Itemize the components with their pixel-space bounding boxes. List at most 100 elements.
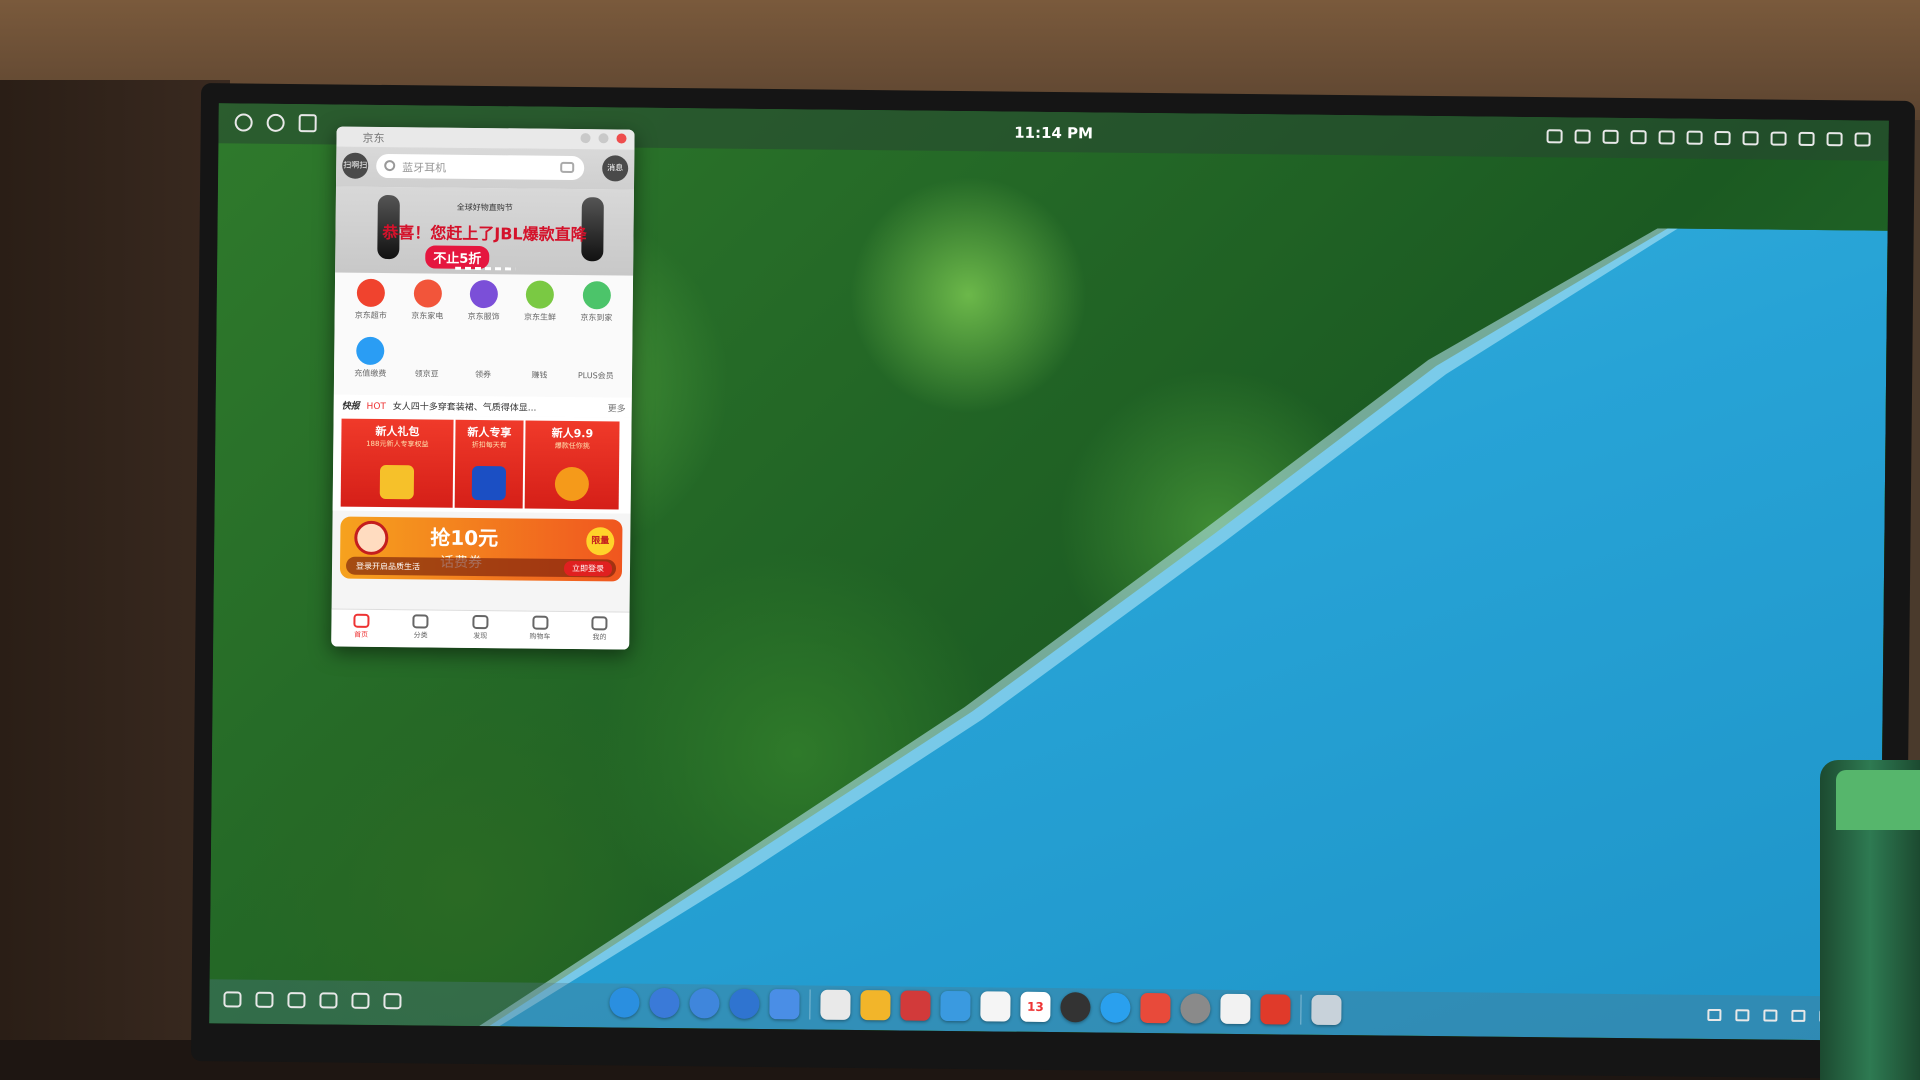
category-item[interactable]: 京东家电 — [399, 279, 456, 338]
news-ticker[interactable]: 快报 HOT 女人四十多穿套装裙、气质得体显... 更多 — [333, 394, 632, 418]
category-icon — [469, 279, 498, 309]
close-button[interactable] — [616, 133, 627, 144]
category-label: PLUS会员 — [577, 371, 614, 381]
multitask-icon[interactable] — [255, 991, 274, 1008]
bluetooth-icon[interactable] — [1742, 131, 1759, 146]
category-icon — [412, 614, 429, 629]
photos-app-icon[interactable] — [860, 990, 891, 1021]
battery-icon[interactable] — [1798, 131, 1815, 146]
limited-badge: 限量 — [586, 527, 615, 556]
category-label: 赚钱 — [531, 370, 548, 380]
screen-icon[interactable] — [287, 992, 306, 1009]
record-icon[interactable] — [1630, 130, 1647, 145]
trash-app-icon[interactable] — [1311, 994, 1342, 1026]
keyboard-icon[interactable] — [1686, 130, 1703, 145]
refresh-app-icon[interactable] — [1100, 992, 1131, 1023]
phone-credit-coupon[interactable]: 抢10元 话费券 限量 登录开启品质生活 立即登录 — [339, 516, 623, 582]
category-item[interactable]: 领京豆 — [398, 337, 455, 396]
category-label: 京东到家 — [580, 313, 613, 323]
user-icon — [591, 616, 608, 631]
launcher-icon[interactable] — [223, 991, 242, 1008]
category-item[interactable]: 领券 — [455, 338, 512, 397]
promo-title: 新人9.9 — [551, 426, 594, 441]
signal-icon[interactable] — [1770, 131, 1787, 146]
window-title: 京东 — [362, 131, 385, 146]
news-more-link[interactable]: 更多 — [608, 401, 626, 414]
category-item[interactable]: 赚钱 — [511, 338, 568, 397]
tab-home[interactable]: 首页 — [331, 609, 391, 647]
calendar-app-icon[interactable]: 13 — [1020, 991, 1051, 1023]
notes-app-icon[interactable] — [980, 991, 1011, 1022]
tab-discover[interactable]: 发现 — [450, 611, 510, 649]
banner-pill: 不止5折 — [425, 245, 490, 270]
category-item[interactable]: 充值缴费 — [342, 336, 399, 396]
category-item[interactable]: 京东到家 — [568, 281, 625, 340]
gift-box-image — [379, 464, 415, 500]
compass-icon — [472, 614, 489, 630]
minimize-button[interactable] — [580, 133, 591, 144]
search-input[interactable]: 蓝牙耳机 — [376, 153, 585, 181]
toggle-icon[interactable] — [319, 992, 338, 1009]
grid-app-icon[interactable] — [769, 989, 800, 1020]
gallery-app-icon[interactable] — [940, 990, 971, 1022]
chevron-left-icon[interactable] — [383, 993, 402, 1010]
maximize-button[interactable] — [598, 133, 609, 144]
finder-app-icon[interactable] — [820, 989, 851, 1020]
tray-icon[interactable] — [1735, 1009, 1750, 1022]
carousel-indicator — [455, 266, 516, 271]
app-header: 扫啊扫 蓝牙耳机 消息 — [335, 146, 635, 190]
tab-category[interactable]: 分类 — [391, 610, 451, 648]
windows-app-icon[interactable] — [689, 988, 720, 1019]
promo-card[interactable]: 新人礼包 188元新人专享权益 — [340, 418, 454, 508]
app-grid-icon[interactable] — [1854, 132, 1871, 147]
category-item[interactable]: 京东生鲜 — [512, 280, 569, 339]
category-label: 京东家电 — [411, 311, 444, 321]
chevron-right-icon[interactable] — [1707, 1008, 1722, 1022]
tab-profile[interactable]: 我的 — [570, 612, 630, 650]
category-item[interactable]: PLUS会员 — [567, 339, 624, 398]
news-tag: 快报 — [341, 401, 360, 412]
jd-app-window[interactable]: 京东 扫啊扫 蓝牙耳机 消息 全球好物直购节 恭喜！您赶上了JBL爆款直降 不止… — [331, 126, 635, 650]
promo-card[interactable]: 新人专享 折扣每天有 — [454, 419, 524, 509]
settings-app-icon[interactable] — [1180, 993, 1211, 1024]
tray-icon[interactable] — [1791, 1009, 1806, 1022]
tab-cart[interactable]: 购物车 — [510, 611, 570, 649]
search-icon[interactable] — [1602, 129, 1619, 144]
music-app-icon[interactable] — [900, 990, 931, 1021]
cart-icon — [531, 615, 549, 630]
tab-label: 分类 — [413, 631, 428, 640]
display-icon[interactable] — [1546, 129, 1563, 144]
jd-app-icon[interactable] — [1260, 994, 1291, 1025]
search-placeholder: 蓝牙耳机 — [402, 161, 447, 175]
category-item[interactable]: 京东服饰 — [455, 279, 512, 339]
tray-icon[interactable] — [1763, 1009, 1778, 1022]
home-icon — [353, 613, 370, 628]
files-app-icon[interactable] — [649, 987, 680, 1019]
water-bottle-cap — [1836, 770, 1920, 830]
lock-icon[interactable] — [351, 992, 370, 1009]
dock-separator — [1300, 994, 1302, 1025]
scan-button[interactable]: 扫啊扫 — [342, 152, 369, 179]
screen-app-icon[interactable] — [729, 988, 760, 1019]
promo-banner[interactable]: 全球好物直购节 恭喜！您赶上了JBL爆款直降 不止5折 — [335, 186, 634, 276]
promo-card[interactable]: 新人9.9 爆款任你挑 — [524, 420, 620, 510]
camera-icon[interactable] — [560, 161, 575, 174]
network-icon[interactable] — [1574, 129, 1591, 144]
clock-app-icon[interactable] — [1060, 992, 1091, 1023]
tab-label: 购物车 — [529, 632, 551, 641]
login-button[interactable]: 立即登录 — [563, 560, 613, 577]
cloud-app-icon[interactable] — [1220, 993, 1251, 1025]
promo-subtitle: 爆款任你挑 — [554, 441, 590, 451]
settings-icon[interactable] — [1826, 132, 1843, 147]
chevron-right-icon[interactable] — [1658, 130, 1675, 145]
category-icon — [356, 336, 385, 366]
category-item[interactable]: 京东超市 — [342, 278, 399, 338]
category-label: 京东超市 — [354, 310, 387, 321]
store-app-icon[interactable] — [1140, 992, 1171, 1024]
promo-subtitle: 折扣每天有 — [471, 440, 507, 450]
browser-app-icon[interactable] — [609, 987, 640, 1018]
volume-icon[interactable] — [1714, 130, 1731, 146]
category-icon — [413, 279, 442, 308]
message-button[interactable]: 消息 — [602, 155, 629, 182]
promo-subtitle: 188元新人专享权益 — [366, 439, 429, 449]
